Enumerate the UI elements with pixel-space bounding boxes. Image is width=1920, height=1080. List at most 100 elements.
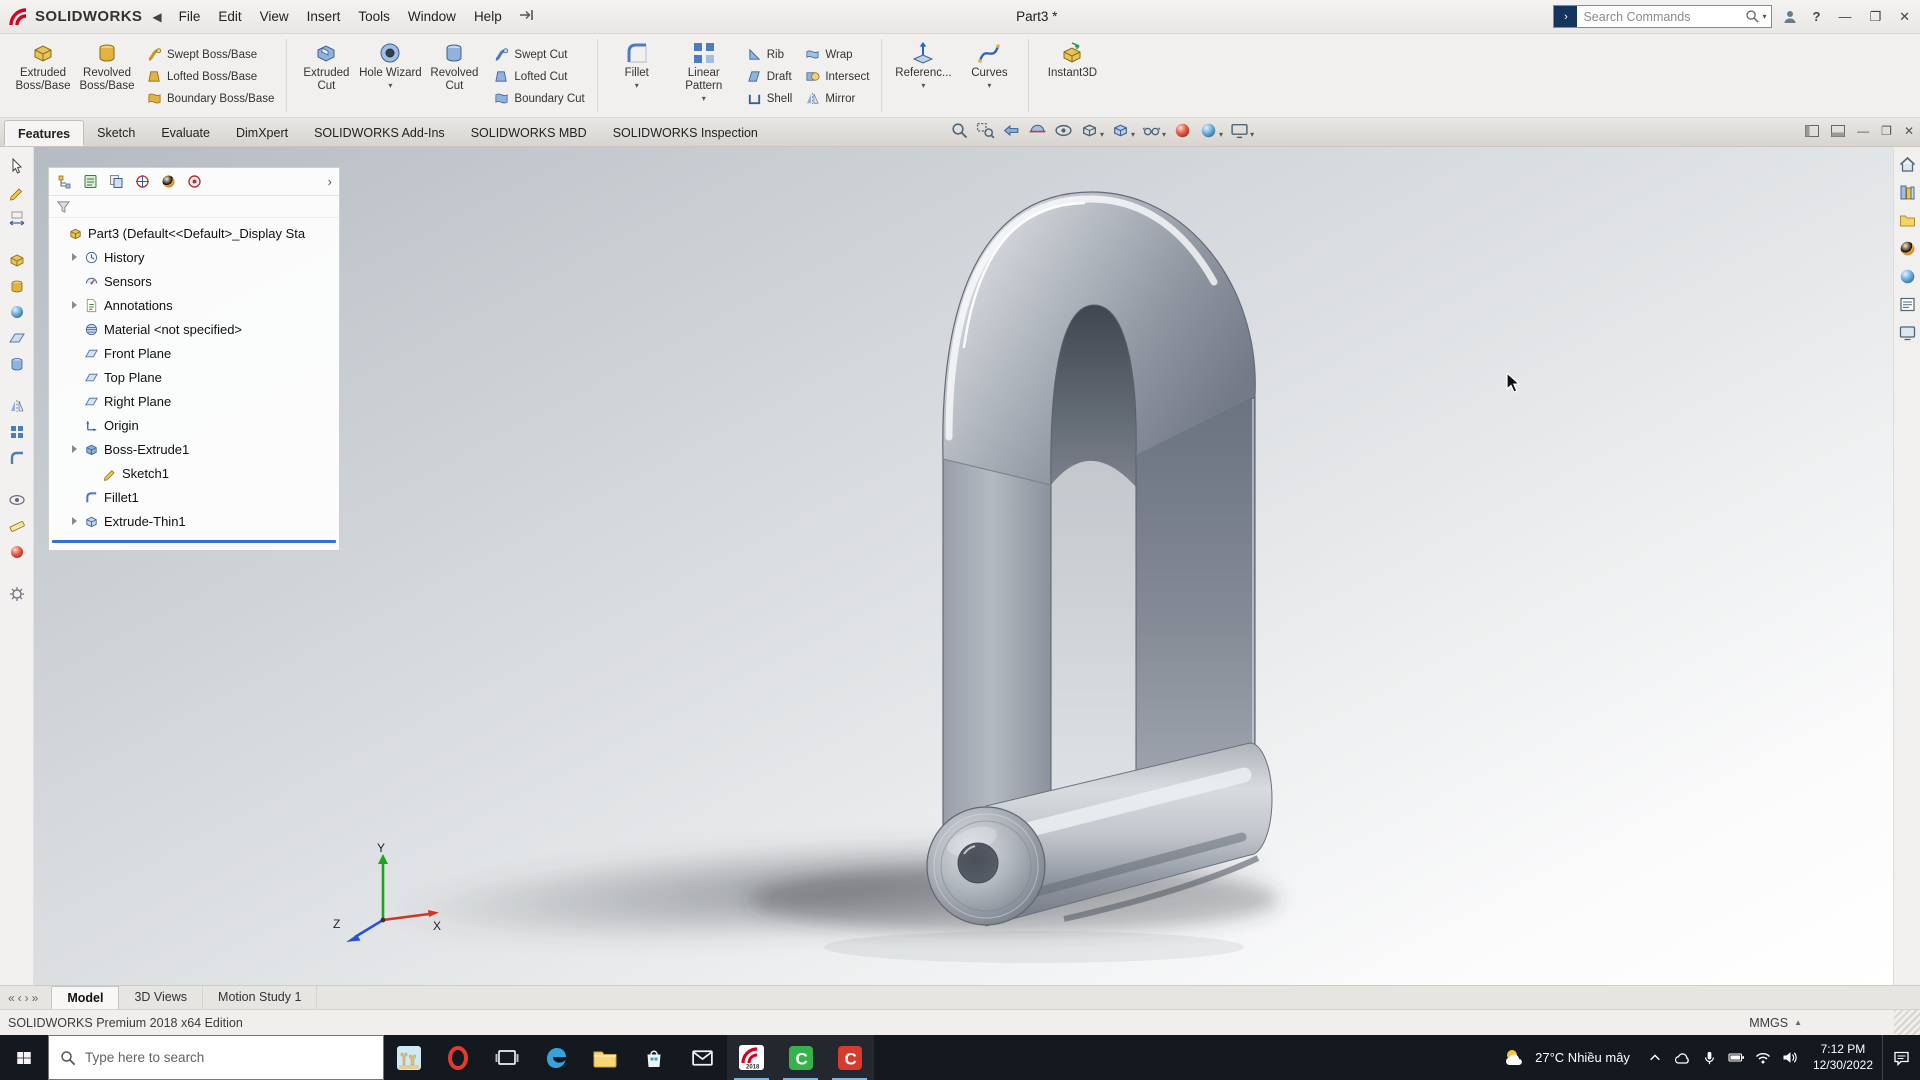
extrude-icon[interactable] xyxy=(8,251,26,269)
expand-arrow-icon[interactable] xyxy=(69,517,80,525)
tree-item-history[interactable]: History xyxy=(49,245,339,269)
doc-minimize-icon[interactable]: — xyxy=(1857,124,1869,138)
custom-properties-icon[interactable] xyxy=(1898,295,1917,314)
expand-arrow-icon[interactable] xyxy=(69,445,80,453)
swept-boss-base-button[interactable]: Swept Boss/Base xyxy=(142,45,279,65)
minimize-icon[interactable]: — xyxy=(1834,9,1855,24)
zoom-area-icon[interactable] xyxy=(976,121,995,140)
hole-wizard-button[interactable]: Hole Wizard ▾ xyxy=(358,37,422,116)
search-scope-icon[interactable]: › xyxy=(1554,6,1578,27)
units-caret-icon[interactable]: ▲ xyxy=(1794,1018,1802,1027)
hide-show-items-icon[interactable]: ▾ xyxy=(1142,121,1166,140)
zoom-fit-icon[interactable] xyxy=(950,121,969,140)
dimension-icon[interactable] xyxy=(8,209,26,227)
dimxpertmanager-tab-icon[interactable] xyxy=(134,173,151,190)
battery-icon[interactable] xyxy=(1723,1035,1750,1080)
graphics-area[interactable]: › Part3 (Default<<Default>_Display Sta H… xyxy=(34,147,1893,985)
lofted-boss-base-button[interactable]: Lofted Boss/Base xyxy=(142,67,279,87)
tab-solidworks-inspection[interactable]: SOLIDWORKS Inspection xyxy=(600,120,771,146)
tab-motion-study-1[interactable]: Motion Study 1 xyxy=(203,986,318,1009)
menu-tools[interactable]: Tools xyxy=(349,0,399,34)
command-search-input[interactable] xyxy=(1577,9,1746,24)
reference-geometry-button[interactable]: Referenc... ▾ xyxy=(889,37,957,116)
panel-expand-chevron-icon[interactable]: › xyxy=(328,174,332,189)
previous-view-icon[interactable] xyxy=(1002,121,1021,140)
cylinder-icon[interactable] xyxy=(8,355,26,373)
tree-item-annotations[interactable]: Annotations xyxy=(49,293,339,317)
units-selector[interactable]: MMGS xyxy=(1749,1016,1788,1030)
boundary-boss-base-button[interactable]: Boundary Boss/Base xyxy=(142,89,279,109)
cloud-icon[interactable] xyxy=(1669,1035,1696,1080)
menu-insert[interactable]: Insert xyxy=(298,0,350,34)
dropdown-caret-icon[interactable]: ▾ xyxy=(635,81,639,90)
section-view-icon[interactable] xyxy=(1028,121,1047,140)
pane-bottom-icon[interactable] xyxy=(1831,125,1846,137)
tree-item-extrude-thin1[interactable]: Extrude-Thin1 xyxy=(49,509,339,533)
measure-icon[interactable] xyxy=(8,517,26,535)
wrap-button[interactable]: Wrap xyxy=(800,45,874,65)
mirror-icon[interactable] xyxy=(8,397,26,415)
pattern-icon[interactable] xyxy=(8,423,26,441)
rib-button[interactable]: Rib xyxy=(742,45,798,65)
app-castle-icon[interactable] xyxy=(384,1035,433,1080)
view-palette-icon[interactable] xyxy=(1898,323,1917,342)
back-arrow-icon[interactable]: ◀ xyxy=(152,10,161,24)
fillet-icon[interactable] xyxy=(8,449,26,467)
revolve-icon[interactable] xyxy=(8,277,26,295)
tree-filter[interactable] xyxy=(49,196,339,218)
menu-window[interactable]: Window xyxy=(399,0,465,34)
lofted-cut-button[interactable]: Lofted Cut xyxy=(489,67,589,87)
pane-left-icon[interactable] xyxy=(1805,125,1820,137)
task-view-icon[interactable] xyxy=(482,1035,531,1080)
tree-item-material[interactable]: Material <not specified> xyxy=(49,317,339,341)
extruded-boss-base-button[interactable]: Extruded Boss/Base xyxy=(11,37,75,116)
display-style-icon[interactable]: ▾ xyxy=(1111,121,1135,140)
solidworks-app-icon[interactable]: 2018 xyxy=(727,1035,776,1080)
tab-3d-views[interactable]: 3D Views xyxy=(119,986,204,1009)
dropdown-caret-icon[interactable]: ▾ xyxy=(702,94,706,103)
tree-item-top-plane[interactable]: Top Plane xyxy=(49,365,339,389)
taskbar-clock[interactable]: 7:12 PM 12/30/2022 xyxy=(1804,1035,1882,1080)
doc-close-icon[interactable]: ✕ xyxy=(1904,124,1914,138)
edge-icon[interactable] xyxy=(531,1035,580,1080)
tab-scroll-arrows[interactable]: «‹›» xyxy=(8,991,41,1005)
menu-help[interactable]: Help xyxy=(465,0,511,34)
revolved-cut-button[interactable]: Revolved Cut xyxy=(422,37,486,116)
tree-item-part[interactable]: Part3 (Default<<Default>_Display Sta xyxy=(49,221,339,245)
rollback-bar[interactable] xyxy=(52,540,336,543)
dropdown-caret-icon[interactable]: ▾ xyxy=(987,81,991,90)
tree-item-sensors[interactable]: Sensors xyxy=(49,269,339,293)
menu-view[interactable]: View xyxy=(251,0,298,34)
dropdown-caret-icon[interactable]: ▾ xyxy=(388,81,392,90)
taskbar-search-input[interactable] xyxy=(85,1050,372,1065)
appearance-icon[interactable] xyxy=(8,543,26,561)
hidden-icons-chevron[interactable] xyxy=(1642,1035,1669,1080)
fillet-button[interactable]: Fillet ▾ xyxy=(605,37,669,116)
featuremanager-tab-icon[interactable] xyxy=(56,173,73,190)
start-button[interactable] xyxy=(0,1035,48,1080)
tree-item-boss-extrude1[interactable]: Boss-Extrude1 xyxy=(49,437,339,461)
appearances-icon[interactable] xyxy=(1898,239,1917,258)
tree-item-front-plane[interactable]: Front Plane xyxy=(49,341,339,365)
tab-features[interactable]: Features xyxy=(4,120,85,146)
volume-icon[interactable] xyxy=(1777,1035,1804,1080)
cam-tab-icon[interactable] xyxy=(186,173,203,190)
expand-arrow-icon[interactable] xyxy=(69,301,80,309)
dropdown-caret-icon[interactable]: ▾ xyxy=(1100,130,1104,139)
taskbar-weather[interactable]: 27°C Nhiều mây xyxy=(1491,1035,1642,1080)
tab-evaluate[interactable]: Evaluate xyxy=(148,120,223,146)
help-icon[interactable]: ? xyxy=(1808,9,1824,24)
dropdown-caret-icon[interactable]: ▾ xyxy=(1219,130,1223,139)
tab-sketch[interactable]: Sketch xyxy=(84,120,148,146)
annotation-views-icon[interactable] xyxy=(1054,121,1073,140)
app-c-red-icon[interactable]: C xyxy=(825,1035,874,1080)
expand-arrow-icon[interactable] xyxy=(69,253,80,261)
sketch-icon[interactable] xyxy=(8,183,26,201)
propertymanager-tab-icon[interactable] xyxy=(82,173,99,190)
mirror-button[interactable]: Mirror xyxy=(800,89,874,109)
doc-restore-icon[interactable]: ❐ xyxy=(1881,124,1892,138)
tree-item-sketch1[interactable]: Sketch1 xyxy=(49,461,339,485)
dropdown-caret-icon[interactable]: ▾ xyxy=(1250,130,1254,139)
plane-icon[interactable] xyxy=(8,329,26,347)
view-settings-icon[interactable]: ▾ xyxy=(1230,121,1254,140)
